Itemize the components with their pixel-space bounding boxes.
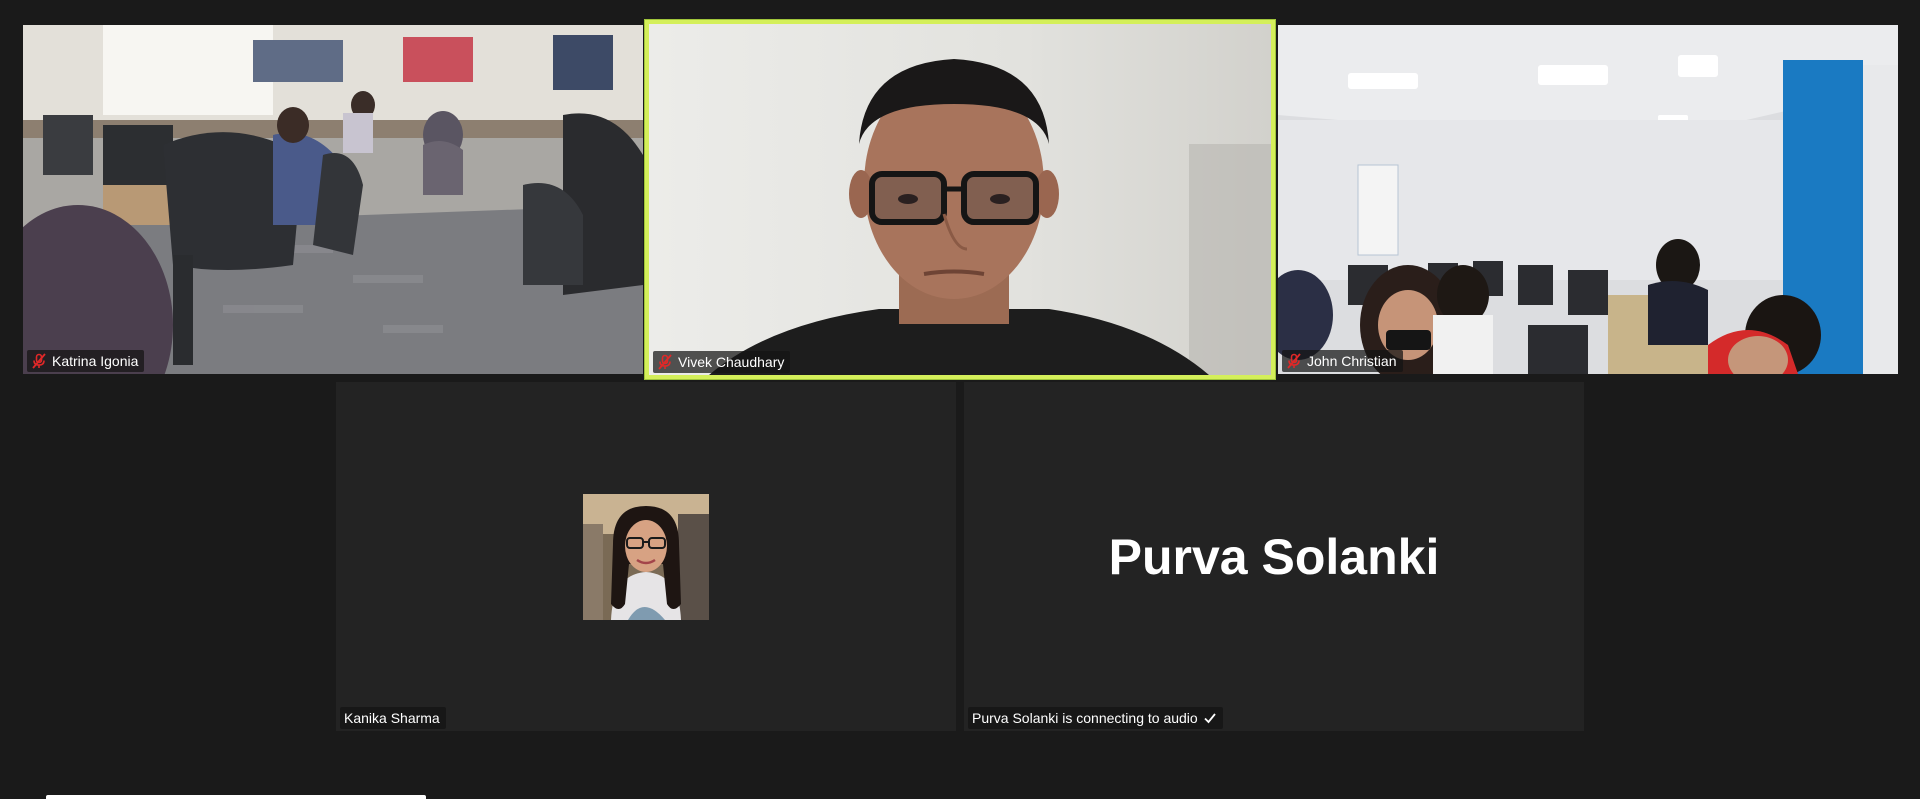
toolbar-edge bbox=[46, 795, 426, 799]
video-feed bbox=[23, 25, 643, 374]
profile-picture bbox=[583, 493, 709, 620]
participant-nameplate: Kanika Sharma bbox=[340, 707, 446, 729]
video-tile-kanika[interactable]: Kanika Sharma bbox=[336, 382, 956, 731]
participant-nameplate: Katrina Igonia bbox=[27, 350, 145, 372]
checkmark-icon bbox=[1204, 713, 1216, 724]
video-tile-purva[interactable]: Purva Solanki Purva Solanki is connectin… bbox=[964, 382, 1584, 731]
participant-name: Vivek Chaudhary bbox=[678, 354, 785, 370]
participant-nameplate: Vivek Chaudhary bbox=[653, 351, 791, 373]
video-feed bbox=[1278, 25, 1898, 374]
muted-mic-icon bbox=[658, 354, 672, 370]
video-tile-katrina[interactable]: Katrina Igonia bbox=[23, 25, 643, 374]
participant-name: John Christian bbox=[1307, 353, 1397, 369]
muted-mic-icon bbox=[32, 353, 46, 369]
participant-name: Kanika Sharma bbox=[344, 710, 440, 726]
video-feed bbox=[649, 24, 1271, 375]
participant-name: Katrina Igonia bbox=[52, 353, 139, 369]
muted-mic-icon bbox=[1287, 353, 1301, 369]
video-tile-john[interactable]: John Christian bbox=[1278, 25, 1898, 374]
participant-nameplate: John Christian bbox=[1282, 350, 1403, 372]
video-tile-vivek[interactable]: Vivek Chaudhary bbox=[645, 20, 1275, 379]
participant-display-name: Purva Solanki bbox=[1108, 528, 1440, 585]
participant-nameplate: Purva Solanki is connecting to audio bbox=[968, 707, 1223, 729]
audio-status-text: Purva Solanki is connecting to audio bbox=[972, 710, 1198, 726]
